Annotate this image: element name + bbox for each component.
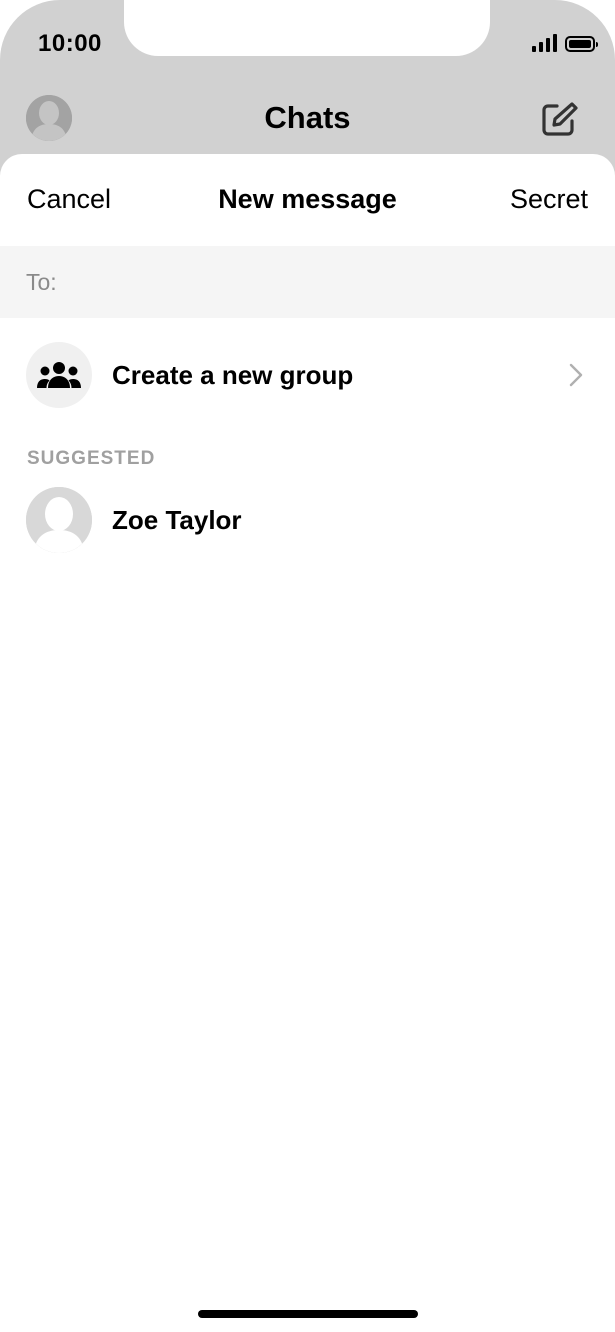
suggested-header: SUGGESTED bbox=[27, 448, 156, 469]
to-label: To: bbox=[26, 268, 57, 295]
to-row: To: bbox=[0, 245, 615, 319]
battery-icon bbox=[565, 36, 598, 52]
home-indicator[interactable] bbox=[198, 1310, 418, 1318]
secret-button[interactable]: Secret bbox=[510, 184, 588, 215]
new-message-sheet: Cancel New message Secret To: Create a n… bbox=[0, 154, 615, 1332]
phone-screen: 10:00 Chats Cancel New message Secret To… bbox=[0, 0, 615, 1332]
status-time: 10:00 bbox=[38, 30, 102, 57]
create-group-row[interactable]: Create a new group bbox=[0, 318, 615, 432]
default-avatar-icon bbox=[26, 487, 92, 553]
status-icons bbox=[532, 34, 598, 52]
list-item[interactable]: Zoe Taylor bbox=[0, 487, 615, 553]
signal-bars-icon bbox=[532, 34, 557, 52]
sheet-nav-bar: Cancel New message Secret bbox=[0, 154, 615, 246]
group-people-icon bbox=[26, 342, 92, 408]
chevron-right-icon bbox=[569, 363, 583, 387]
compose-icon[interactable] bbox=[540, 100, 578, 138]
create-group-label: Create a new group bbox=[112, 359, 354, 390]
recipient-input[interactable] bbox=[64, 245, 615, 319]
chats-title: Chats bbox=[264, 100, 351, 135]
contact-name: Zoe Taylor bbox=[112, 504, 242, 535]
device-notch bbox=[124, 0, 490, 56]
